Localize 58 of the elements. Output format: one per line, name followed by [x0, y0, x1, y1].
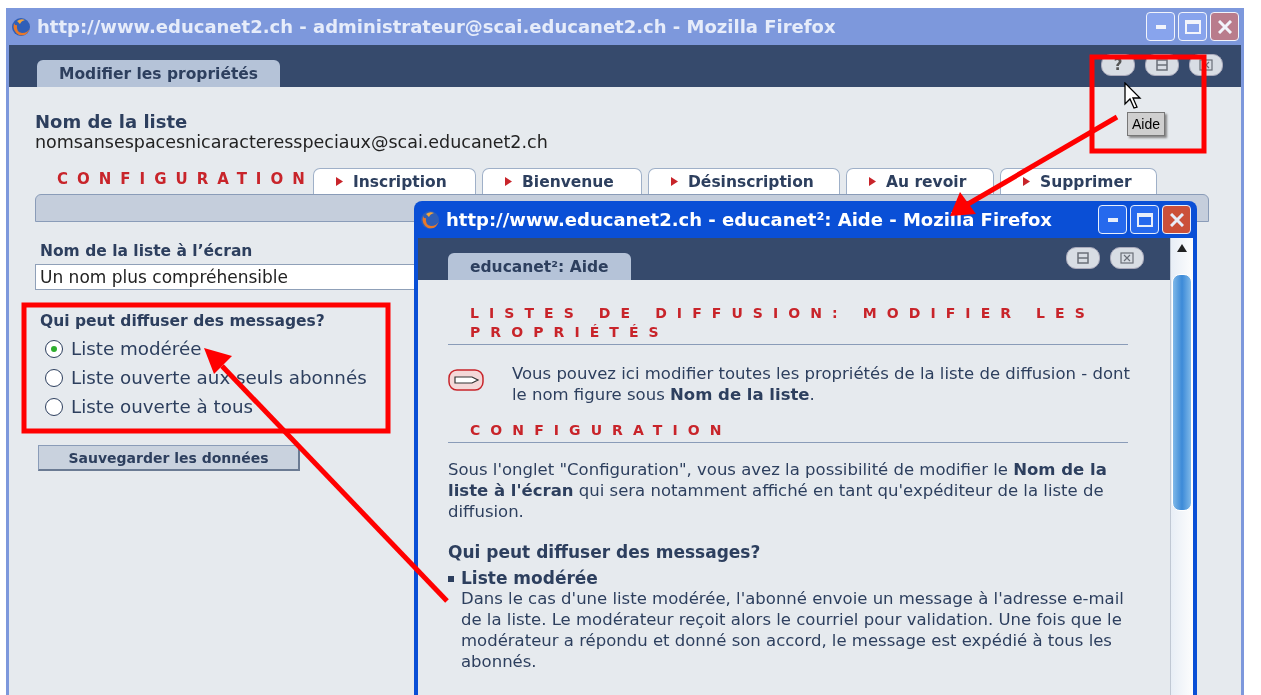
triangle-icon: [671, 177, 678, 186]
close-icon: [1169, 212, 1184, 227]
maximize-button[interactable]: [1130, 205, 1159, 234]
page-tab[interactable]: educanet²: Aide: [448, 253, 631, 280]
browser-icon: [420, 209, 440, 230]
bullet-icon: [448, 576, 454, 582]
tab[interactable]: Désinscription: [648, 168, 840, 194]
close-icon: [1217, 19, 1232, 34]
field-label: Nom de la liste à l’écran: [39, 242, 253, 260]
intro-text: Vous pouvez ici modifier toutes les propriétés de la liste de diffusion - dont le nom figure sous Nom de la liste.: [512, 363, 1131, 405]
save-button[interactable]: Sauvegarder les données: [38, 445, 300, 471]
radio-label[interactable]: Liste ouverte aux seuls abonnés: [71, 367, 367, 388]
triangle-icon: [336, 177, 343, 186]
tab[interactable]: CONFIGURATION: [57, 170, 307, 194]
page-tab[interactable]: Modifier les propriétés: [37, 60, 281, 87]
tab[interactable]: Supprimer: [1000, 168, 1157, 194]
print-button[interactable]: [1066, 247, 1100, 269]
print-icon: [1155, 59, 1169, 71]
browser-icon: [11, 16, 31, 37]
radio-button[interactable]: [45, 368, 63, 387]
paragraph: Sous l'onglet "Configuration", vous avez la possibilité de modifier le Nom de la liste à l'écran qui sera notamment affiché en tant qu'expéditeur de la liste de diffusion.: [448, 459, 1108, 522]
window-title: http://www.educanet2.ch - educanet²: Aide - Mozilla Firefox: [446, 209, 1053, 230]
radio-label[interactable]: Liste ouverte à tous: [71, 396, 254, 417]
item-text: Dans le cas d'une liste modérée, l'abonné envoie un message à l'adresse e-mail de la liste. Le modérateur reçoit alors le courriel pour validation. Une fois que le modérateur a répondu et donné son accord, le message est expédié à tous les abonnés.: [461, 588, 1125, 672]
window-title: http://www.educanet2.ch - administrateur@scai.educanet2.ch - Mozilla Firefox: [37, 16, 837, 37]
group-label: Qui peut diffuser des messages?: [40, 312, 325, 330]
radio-button[interactable]: [45, 397, 63, 416]
section-heading: CONFIGURATION: [448, 421, 1128, 443]
help-heading: LISTES DE DIFFUSION: MODIFIER LES PROPRIÉTÉS: [448, 304, 1128, 345]
tab[interactable]: Au revoir: [846, 168, 994, 194]
close-icon: [1199, 59, 1213, 71]
triangle-icon: [505, 177, 512, 186]
list-name-label: Nom de la liste: [35, 111, 188, 132]
scroll-up-icon: [1177, 244, 1187, 252]
triangle-icon: [1023, 177, 1030, 186]
radio-button[interactable]: [45, 339, 63, 358]
maximize-icon: [1136, 212, 1153, 227]
subheading: Qui peut diffuser des messages?: [448, 542, 761, 562]
minimize-button[interactable]: [1098, 205, 1127, 234]
maximize-button[interactable]: [1178, 12, 1207, 41]
tooltip: Aide: [1127, 112, 1166, 136]
radio-label[interactable]: Liste modérée: [71, 338, 202, 359]
pencil-icon: [448, 369, 484, 391]
minimize-icon: [1155, 24, 1166, 29]
scroll-thumb[interactable]: [1172, 274, 1192, 511]
print-icon: [1076, 252, 1090, 264]
minimize-icon: [1107, 217, 1118, 222]
scrollbar[interactable]: [1170, 238, 1193, 695]
tab[interactable]: Inscription: [313, 168, 476, 194]
item-title: Liste modérée: [461, 568, 598, 588]
list-address: nomsansespacesnicaracteresspeciaux@scai.educanet2.ch: [35, 132, 548, 152]
maximize-icon: [1184, 19, 1201, 34]
close-icon: [1120, 252, 1134, 264]
mouse-pointer-icon: [1124, 82, 1144, 110]
triangle-icon: [869, 177, 876, 186]
close-button[interactable]: [1110, 247, 1144, 269]
tab[interactable]: Bienvenue: [482, 168, 642, 194]
minimize-button[interactable]: [1146, 12, 1175, 41]
